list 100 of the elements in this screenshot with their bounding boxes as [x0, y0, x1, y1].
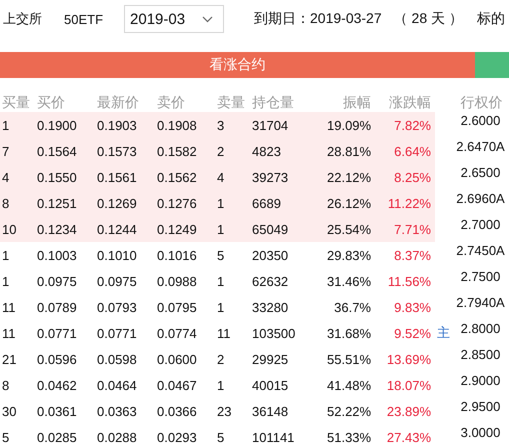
- table-cell-text: 0.0600: [156, 352, 198, 366]
- table-cell-text: 9.52%: [393, 326, 432, 340]
- table-cell-text: 7.71%: [393, 222, 432, 236]
- table-cell-text: 0.0288: [96, 430, 138, 444]
- strike-price: 2.7940A: [455, 294, 506, 310]
- underlying-label: 50ETF: [64, 12, 104, 26]
- table-cell-text: 31704: [251, 118, 290, 132]
- main-contract-marker: 主: [437, 325, 450, 340]
- table-cell-text: 0.1269: [96, 196, 138, 210]
- column-header: 买价: [36, 94, 66, 112]
- table-cell-text: 11: [216, 326, 232, 340]
- table-cell-text: 11: [1, 300, 16, 314]
- table-cell-text: 0.1900: [36, 118, 78, 132]
- strike-price: 2.7500: [460, 268, 502, 284]
- table-cell-text: 101141: [251, 430, 296, 444]
- column-header: 振幅: [342, 94, 372, 112]
- column-header: 行权价: [460, 94, 504, 112]
- put-contracts-bar[interactable]: [475, 52, 509, 78]
- chevron-down-icon: [202, 16, 214, 22]
- strike-price: 2.8500: [460, 346, 502, 362]
- strike-price: 2.7000: [460, 216, 502, 232]
- table-cell-text: 20350: [251, 248, 290, 262]
- table-cell-text: 4: [216, 170, 226, 184]
- exchange-label: 上交所: [3, 10, 42, 28]
- table-cell-text: 103500: [251, 326, 296, 340]
- strike-price: 2.6000: [460, 112, 502, 128]
- table-cell-text: 0.0366: [156, 404, 198, 418]
- month-select[interactable]: 2019-03: [124, 5, 224, 33]
- table-cell-text: 1: [216, 378, 226, 392]
- table-cell-text: 0.0363: [96, 404, 138, 418]
- table-cell-text: 0.1573: [96, 144, 138, 158]
- table-cell-text: 18.07%: [386, 378, 432, 392]
- table-cell-text: 36.7%: [333, 300, 372, 314]
- table-cell-text: 0.1234: [36, 222, 78, 236]
- table-cell-text: 0.0789: [36, 300, 78, 314]
- table-cell-text: 0.1010: [96, 248, 138, 262]
- table-cell-text: 52.22%: [326, 404, 372, 418]
- table-cell-text: 0.0598: [96, 352, 138, 366]
- table-cell-text: 41.48%: [326, 378, 372, 392]
- table-cell-text: 0.0361: [36, 404, 78, 418]
- strike-price: 2.9000: [460, 372, 502, 388]
- table-cell-text: 5: [216, 430, 226, 444]
- table-cell-text: 0.1561: [96, 170, 138, 184]
- table-cell-text: 4823: [251, 144, 282, 158]
- expiry-date: 到期日：2019-03-27: [254, 10, 382, 28]
- underlying-caption: 标的: [476, 10, 505, 28]
- table-cell-text: 8.25%: [393, 170, 432, 184]
- table-cell-text: 5: [1, 430, 10, 444]
- strike-price: 2.6470A: [455, 138, 506, 154]
- table-cell-text: 19.09%: [326, 118, 372, 132]
- table-cell-text: 62632: [251, 274, 290, 288]
- strike-price: 2.6500: [460, 164, 502, 180]
- table-cell-text: 0.1564: [36, 144, 78, 158]
- table-cell-text: 0.1016: [156, 248, 198, 262]
- table-cell-text: 36148: [251, 404, 290, 418]
- table-cell-text: 0.0988: [156, 274, 198, 288]
- days-left: （ 28 天 ）: [394, 10, 463, 28]
- column-header: 卖价: [156, 94, 186, 112]
- table-cell-text: 23: [216, 404, 232, 418]
- table-cell-text: 23.89%: [386, 404, 432, 418]
- table-cell-text: 0.0285: [36, 430, 78, 444]
- table-cell-text: 1: [216, 300, 226, 314]
- table-cell-text: 30: [1, 404, 18, 418]
- column-header: 涨跌幅: [388, 94, 432, 112]
- table-cell-text: 0.1550: [36, 170, 78, 184]
- table-cell-text: 11.22%: [386, 196, 432, 210]
- table-cell-text: 2: [216, 144, 226, 158]
- table-cell-text: 0.0795: [156, 300, 198, 314]
- table-cell-text: 22.12%: [326, 170, 372, 184]
- table-cell-text: 29.83%: [326, 248, 372, 262]
- table-cell-text: 6.64%: [393, 144, 432, 158]
- table-cell-text: 21: [1, 352, 18, 366]
- strike-price: 2.8000: [460, 320, 502, 336]
- table-cell-text: 29925: [251, 352, 290, 366]
- table-cell-text: 1: [1, 274, 10, 288]
- table-cell-text: 25.54%: [326, 222, 372, 236]
- table-cell-text: 7: [1, 144, 10, 158]
- table-cell-text: 1: [216, 274, 226, 288]
- table-cell-text: 0.1903: [96, 118, 138, 132]
- table-cell-text: 0.1251: [36, 196, 78, 210]
- table-cell-text: 4: [1, 170, 10, 184]
- table-cell-text: 55.51%: [326, 352, 372, 366]
- table-cell-text: 0.0771: [96, 326, 138, 340]
- strike-price: 2.6960A: [455, 190, 506, 206]
- table-cell-text: 28.81%: [326, 144, 372, 158]
- column-header: 持仓量: [251, 94, 295, 112]
- table-cell-text: 0.0975: [36, 274, 78, 288]
- table-cell-text: 13.69%: [386, 352, 432, 366]
- table-cell-text: 0.0464: [96, 378, 138, 392]
- table-cell-text: 39273: [251, 170, 290, 184]
- table-cell-text: 8.37%: [393, 248, 432, 262]
- table-cell-text: 11: [1, 326, 16, 340]
- strike-price: 3.0000: [460, 424, 502, 440]
- table-cell-text: 0.1276: [156, 196, 198, 210]
- table-cell-text: 3: [216, 118, 226, 132]
- table-cell-text: 31.46%: [326, 274, 372, 288]
- strike-price: 2.7450A: [455, 242, 506, 258]
- table-cell-text: 0.0596: [36, 352, 78, 366]
- table-cell-text: 33280: [251, 300, 290, 314]
- table-cell-text: 0.0293: [156, 430, 198, 444]
